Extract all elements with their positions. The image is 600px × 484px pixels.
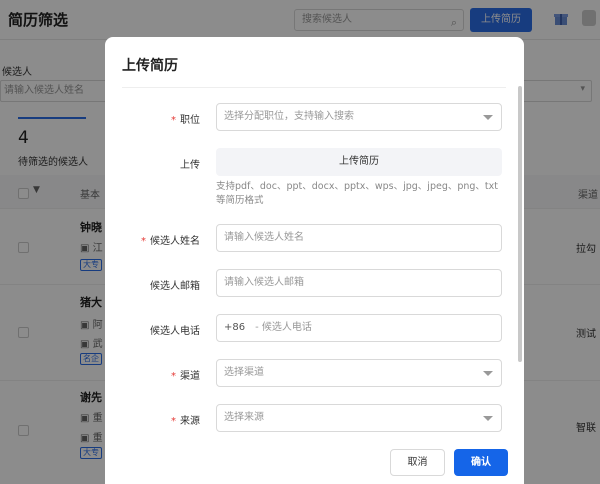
channel-select[interactable]: 选择渠道 <box>216 359 502 387</box>
caret-down-icon <box>483 115 493 120</box>
channel-label: * 渠道 <box>171 371 200 382</box>
phone-country-code[interactable]: +86 <box>224 322 245 333</box>
dialog-footer: 取消 确认 <box>105 437 524 484</box>
candidate-name-input[interactable]: 请输入候选人姓名 <box>216 224 502 252</box>
source-select[interactable]: 选择来源 <box>216 404 502 432</box>
scrollbar[interactable] <box>518 86 522 362</box>
candidate-name-label: * 候选人姓名 <box>141 236 200 247</box>
upload-resume-dialog: 上传简历 * 职位 选择分配职位，支持输入搜索 上传 上传简历 支持pdf、doc… <box>105 37 524 484</box>
upload-label: 上传 <box>180 160 200 171</box>
source-label: * 来源 <box>171 416 200 427</box>
channel-placeholder: 选择渠道 <box>224 367 264 378</box>
phone-placeholder: - 候选人电话 <box>255 322 312 333</box>
confirm-button[interactable]: 确认 <box>454 449 508 476</box>
position-placeholder: 选择分配职位，支持输入搜索 <box>224 111 354 122</box>
candidate-email-label: 候选人邮箱 <box>150 281 200 292</box>
candidate-phone-label: 候选人电话 <box>150 326 200 337</box>
position-label: * 职位 <box>171 115 200 126</box>
candidate-phone-input[interactable]: +86 - 候选人电话 <box>216 314 502 342</box>
position-select[interactable]: 选择分配职位，支持输入搜索 <box>216 103 502 131</box>
dialog-title: 上传简历 <box>122 58 178 74</box>
caret-down-icon <box>483 416 493 421</box>
divider <box>122 87 506 88</box>
source-placeholder: 选择来源 <box>224 412 264 423</box>
candidate-email-input[interactable]: 请输入候选人邮箱 <box>216 269 502 297</box>
caret-down-icon <box>483 371 493 376</box>
upload-hint: 支持pdf、doc、ppt、docx、pptx、wps、jpg、jpeg、png… <box>216 181 498 206</box>
upload-resume-area[interactable]: 上传简历 <box>216 148 502 176</box>
cancel-button[interactable]: 取消 <box>390 449 445 476</box>
